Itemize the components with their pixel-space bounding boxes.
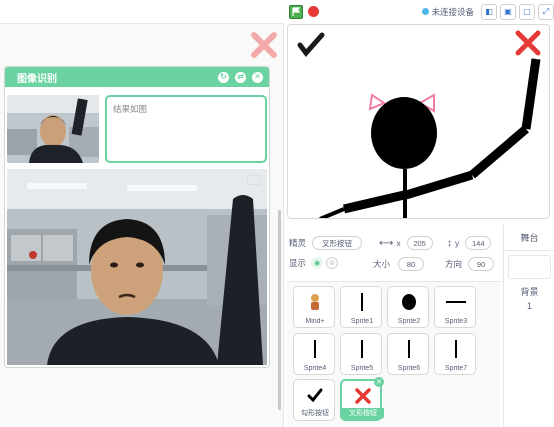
sprite-tile-label: Sprite7 [444, 365, 468, 372]
workspace-toolbar [0, 0, 284, 24]
show-label: 显示 [289, 258, 307, 268]
refresh-icon[interactable]: ↻ [218, 71, 229, 83]
size-input[interactable]: 80 [398, 257, 425, 271]
panel-header: 图像识别 ↻ ⇄ ✕ [5, 67, 269, 87]
sprite-tile-sprite2[interactable]: Sprite2 [387, 286, 429, 328]
sprite-tile-sprite5[interactable]: Sprite5 [340, 333, 382, 375]
size-row: 大小 80 [373, 257, 425, 271]
y-input[interactable]: 144 [465, 236, 492, 250]
cross-icon [355, 388, 371, 404]
direction-row: 方向 90 [445, 257, 495, 271]
sprite-tile-label: 勾形按钮 [301, 410, 329, 417]
line-icon [361, 340, 363, 358]
show-visible-icon[interactable]: ◉ [311, 257, 324, 269]
line-icon [455, 340, 457, 358]
arm-sprite-left[interactable] [342, 190, 406, 214]
flag-icon [292, 6, 301, 16]
arm-sprite-right-upper[interactable] [521, 58, 541, 130]
close-icon[interactable] [249, 30, 279, 60]
check-sprite[interactable] [297, 32, 325, 57]
line-icon [408, 340, 410, 358]
captured-image-thumbnail [7, 95, 99, 163]
delete-sprite-icon[interactable]: ✕ [374, 377, 384, 387]
arm-sprite-left-tip[interactable] [319, 207, 345, 219]
backdrop-label: 背景 [520, 287, 539, 297]
normal-stage-button[interactable]: ▢ [519, 3, 535, 20]
y-arrow-icon: ↕ [447, 237, 452, 249]
check-icon [307, 388, 323, 402]
x-input[interactable]: 205 [406, 236, 433, 250]
close-icon[interactable]: ✕ [252, 71, 263, 83]
arm-sprite-right-lower[interactable] [404, 170, 474, 200]
flip-icon[interactable]: ⇄ [235, 71, 246, 83]
y-label: y [455, 238, 460, 248]
person-photo-thumb [7, 95, 99, 163]
image-recognition-panel: 图像识别 ↻ ⇄ ✕ 结果如图 [4, 66, 270, 368]
sprite-tile-sprite4[interactable]: Sprite4 [293, 333, 335, 375]
direction-label: 方向 [445, 259, 463, 269]
sprite-tile-label: Sprite5 [350, 365, 374, 372]
sprite-name-row: 精灵 叉形按钮 [289, 236, 363, 250]
person-photo-camera [7, 169, 267, 365]
cross-sprite[interactable] [515, 30, 541, 56]
stage-selector[interactable]: 舞台 背景 1 [503, 225, 554, 427]
app-root: 图像识别 ↻ ⇄ ✕ 结果如图 未连接设备 ◧ ▣ ▢ ⤢ 精灵 叉形按钮 ⟷ … [0, 0, 554, 427]
green-flag-button[interactable] [289, 4, 303, 19]
sprite-tile-sprite7[interactable]: Sprite7 [434, 333, 476, 375]
device-status-icon [422, 8, 430, 15]
workspace-scrollbar[interactable] [278, 210, 281, 410]
sprite-name-input[interactable]: 叉形按钮 [312, 236, 363, 250]
result-text: 结果如图 [113, 104, 148, 114]
camera-preview [7, 169, 267, 365]
head-icon [402, 294, 416, 310]
device-status[interactable]: 未连接设备 [422, 6, 474, 18]
sprite-tile-mindplus[interactable]: Mind+ [293, 286, 335, 328]
line-icon [314, 340, 316, 358]
stage-tab[interactable]: 舞台 [504, 225, 554, 251]
stage-thumbnail[interactable] [508, 255, 551, 279]
stage-toolbar: 未连接设备 ◧ ▣ ▢ ⤢ [285, 0, 554, 23]
show-hidden-icon[interactable]: ⊘ [326, 257, 339, 269]
arm-sprite-right-mid[interactable] [469, 125, 529, 179]
large-stage-button[interactable]: ▣ [500, 3, 516, 20]
hline-icon [446, 301, 466, 303]
size-label: 大小 [373, 259, 391, 269]
sprite-tile-label: Sprite6 [397, 365, 421, 372]
x-label: x [396, 238, 401, 248]
sprite-tile-label: Mind+ [305, 318, 325, 325]
sprite-tile-sprite1[interactable]: Sprite1 [340, 286, 382, 328]
sprite-tile-sprite6[interactable]: Sprite6 [387, 333, 429, 375]
head-sprite[interactable] [371, 97, 437, 169]
sprite-tile-cross-button[interactable]: 叉形按钮 ✕ [340, 377, 384, 421]
x-arrow-icon: ⟷ [379, 237, 394, 249]
stop-button[interactable] [308, 6, 319, 17]
sprite-label: 精灵 [289, 238, 307, 248]
sprite-tile-label: Sprite3 [444, 318, 468, 325]
sprite-list: Mind+ Sprite1 Sprite2 Sprite3 Sprite4 Sp… [287, 281, 500, 427]
backdrop-count: 1 [526, 301, 532, 311]
device-status-text: 未连接设备 [431, 6, 474, 17]
line-icon [361, 293, 363, 311]
show-row: 显示 ◉ ⊘ [289, 257, 339, 269]
result-textbox[interactable]: 结果如图 [105, 95, 267, 163]
small-stage-button[interactable]: ◧ [481, 3, 497, 20]
sprite-tile-label: 叉形按钮 [342, 408, 384, 419]
stage-canvas[interactable] [287, 24, 550, 219]
fullscreen-button[interactable]: ⤢ [538, 3, 554, 20]
sprite-tile-label: Sprite1 [350, 318, 374, 325]
sprite-tile-sprite3[interactable]: Sprite3 [434, 286, 476, 328]
y-row: ↕ y 144 [447, 236, 492, 250]
direction-input[interactable]: 90 [468, 257, 495, 271]
x-row: ⟷ x 205 [379, 236, 433, 250]
sprite-tile-label: Sprite2 [397, 318, 421, 325]
stage-scene [297, 30, 541, 219]
sprite-tile-label: Sprite4 [303, 365, 327, 372]
code-workspace: 图像识别 ↻ ⇄ ✕ 结果如图 [0, 0, 284, 427]
mindplus-icon [311, 294, 319, 310]
panel-title: 图像识别 [17, 73, 57, 85]
sprite-info-panel: 精灵 叉形按钮 ⟷ x 205 ↕ y 144 显示 ◉ ⊘ 大小 80 方向 … [287, 225, 500, 285]
camera-icon[interactable] [247, 175, 261, 185]
sprite-tile-check-button[interactable]: 勾形按钮 [293, 379, 335, 421]
